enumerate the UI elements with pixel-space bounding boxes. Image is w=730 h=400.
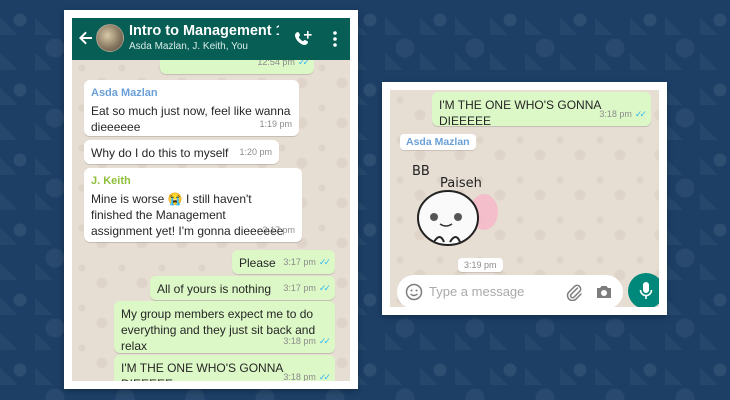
chat-header: Intro to Management 1... Asda Mazlan, J.… [72, 18, 350, 60]
sticker-time: 3:19 pm [458, 258, 503, 272]
message-time: 3:18 pm ✓✓ [283, 336, 331, 346]
sticker-sender-name[interactable]: Asda Mazlan [400, 134, 476, 150]
read-ticks-icon: ✓✓ [318, 283, 331, 293]
left-chat-screenshot: Intro to Management 1... Asda Mazlan, J.… [64, 10, 358, 389]
message-bubble[interactable]: I'M THE ONE WHO'S GONNA DIEEEEE 3:18 pm✓… [432, 92, 651, 128]
message-bubble[interactable]: My group members expect me to do everyth… [114, 301, 335, 353]
sender-name[interactable]: Asda Mazlan [91, 85, 292, 101]
group-avatar[interactable] [96, 24, 124, 52]
message-bubble[interactable]: Why do I do this to myself 1:20 pm [84, 140, 279, 164]
message-bubble[interactable]: I'M THE ONE WHO'S GONNA DIEEEEE 3:18 pm✓… [114, 355, 335, 381]
camera-icon[interactable] [595, 283, 613, 301]
message-time: 3:18 pm ✓✓ [599, 109, 647, 119]
mic-button[interactable] [628, 273, 659, 307]
message-time: 1:19 pm [259, 119, 292, 129]
read-ticks-icon: ✓✓ [318, 257, 331, 267]
message-text: Please [239, 256, 276, 270]
read-ticks-icon: ✓✓ [318, 372, 331, 381]
message-input-bar [397, 275, 623, 307]
left-chat-screen: Intro to Management 1... Asda Mazlan, J.… [72, 18, 350, 381]
chat-title[interactable]: Intro to Management 1... [129, 23, 279, 39]
sticker-image[interactable] [408, 162, 498, 254]
message-time: 3:17 pm ✓✓ [283, 257, 331, 267]
add-call-icon[interactable] [294, 30, 312, 48]
sender-name[interactable]: J. Keith [91, 173, 295, 189]
message-text: Why do I do this to myself [91, 146, 229, 160]
message-time: 1:20 pm [239, 147, 272, 157]
message-bubble[interactable]: All of yours is nothing 3:17 pm ✓✓ [150, 276, 335, 300]
more-options-icon[interactable] [332, 30, 338, 48]
emoji-icon[interactable] [405, 283, 423, 301]
message-time: 3:18 pm ✓✓ [283, 372, 331, 381]
back-arrow-icon[interactable] [78, 30, 94, 46]
right-chat-screenshot: I'M THE ONE WHO'S GONNA DIEEEEE 3:18 pm ✓… [382, 82, 667, 315]
message-input[interactable] [429, 275, 559, 307]
right-chat-screen: I'M THE ONE WHO'S GONNA DIEEEEE 3:18 pm ✓… [390, 90, 659, 307]
read-ticks-icon: ✓✓ [318, 336, 331, 346]
message-bubble[interactable]: Asda Mazlan Eat so much just now, feel l… [84, 80, 299, 136]
message-text: All of yours is nothing [157, 282, 272, 296]
message-time: 3:17 pm ✓✓ [283, 283, 331, 293]
chat-participants: Asda Mazlan, J. Keith, You [129, 41, 248, 52]
message-time: 3:17 pm [262, 225, 295, 235]
mic-icon [639, 282, 653, 299]
message-bubble[interactable]: J. Keith Mine is worse 😭 I still haven't… [84, 168, 302, 242]
read-ticks-icon: ✓✓ [634, 109, 647, 119]
message-bubble[interactable]: Please 3:17 pm ✓✓ [232, 250, 335, 274]
attach-icon[interactable] [565, 283, 583, 301]
